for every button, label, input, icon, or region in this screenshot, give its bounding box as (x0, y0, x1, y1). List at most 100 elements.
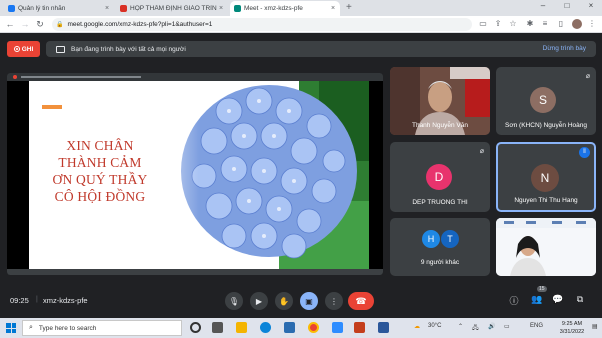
others-tile[interactable]: H T 9 người khác (390, 218, 490, 276)
reload-icon[interactable]: ↻ (34, 19, 46, 30)
close-window-button[interactable]: × (584, 1, 598, 10)
cast-icon[interactable]: ▭ (478, 19, 488, 28)
word-icon[interactable] (378, 322, 389, 333)
participant-tile-video[interactable] (496, 218, 596, 276)
hand-icon: ✋ (279, 296, 289, 306)
participant-tile[interactable]: ⌀ S Sơn (KHCN) Nguyễn Hoàng (496, 67, 596, 135)
mic-off-icon: ⌀ (585, 73, 590, 80)
meet-icon (234, 5, 241, 12)
presenting-bar: GHI Bạn đang trình bày với tất cả mọi ng… (0, 33, 602, 66)
powerpoint-icon[interactable] (354, 322, 365, 333)
notifications-icon[interactable]: ▤ (592, 323, 598, 330)
app-icon (13, 75, 17, 79)
recording-button[interactable]: GHI (7, 41, 40, 57)
more-vert-icon: ⋮ (330, 296, 338, 306)
thanks-line: CÔ HỘI ĐỒNG (54, 189, 146, 204)
viewer-title-placeholder (21, 76, 141, 78)
leave-call-button[interactable]: ☎ (348, 292, 374, 310)
menu-icon[interactable]: ⋮ (587, 19, 597, 28)
taskbar-search-box[interactable]: ⌕ Type here to search (22, 320, 182, 336)
close-icon[interactable]: × (329, 5, 337, 12)
mic-off-icon: ⌀ (479, 148, 484, 155)
camera-button[interactable]: ▶ (250, 292, 268, 310)
slide-content: XIN CHÂN THÀNH CẢM ƠN QUÝ THẦY CÔ HỘI ĐỒ… (29, 81, 369, 269)
participant-avatar: H (422, 230, 440, 248)
maximize-button[interactable]: □ (560, 1, 574, 10)
participant-tile[interactable]: ⌀ D DEP TRUONG THI (390, 142, 490, 212)
cortana-icon[interactable] (190, 322, 201, 333)
mail-icon[interactable] (284, 322, 295, 333)
battery-icon[interactable]: ▭ (504, 323, 510, 330)
participant-name: 9 người khác (420, 259, 460, 266)
meeting-controls-bar: 09:25 | xmz-kdzs-pfe 🎙 ▶ ✋ ▣ ⋮ ☎ ⓘ 👥 15 … (0, 284, 602, 318)
temperature-text: 30°C (428, 323, 442, 329)
network-icon[interactable]: 🖧 (472, 323, 479, 333)
participant-tile-video[interactable]: Thanh Nguyễn Văn (390, 67, 490, 135)
taskbar-clock[interactable]: 9:25 AM 3/31/2022 (553, 320, 591, 336)
present-button[interactable]: ▣ (300, 292, 318, 310)
browser-tab-bar: Quản lý tin nhắn × HỌP THẨM ĐỊNH GIÁO TR… (0, 0, 602, 16)
clock-date: 3/31/2022 (559, 329, 585, 335)
edge-icon[interactable] (260, 322, 271, 333)
url-field[interactable]: 🔒 meet.google.com/xmz-kdzs-pfe?pli=1&aut… (52, 18, 472, 31)
messenger-icon (8, 5, 15, 12)
close-icon[interactable]: × (103, 5, 111, 12)
participant-name: DEP TRUONG THI (412, 199, 468, 206)
address-bar-row: ← → ↻ 🔒 meet.google.com/xmz-kdzs-pfe?pli… (0, 16, 602, 33)
bookmark-star-icon[interactable]: ☆ (508, 19, 518, 28)
volume-icon[interactable]: 🔊 (488, 323, 495, 330)
chrome-icon[interactable] (308, 322, 319, 333)
more-options-button[interactable]: ⋮ (325, 292, 343, 310)
weather-icon: ☁ (414, 324, 420, 330)
search-placeholder: Type here to search (38, 324, 97, 332)
info-icon[interactable]: ⓘ (507, 294, 521, 307)
microphone-icon: 🎙 (228, 296, 240, 306)
close-icon[interactable]: × (217, 5, 225, 12)
task-view-icon[interactable] (212, 322, 223, 333)
raise-hand-button[interactable]: ✋ (275, 292, 293, 310)
tab-meet[interactable]: Meet - xmz-kdzs-pfe × (230, 1, 340, 16)
participant-tile-speaking[interactable]: ⦀ N Nguyen Thi Thu Hang (496, 142, 596, 212)
participant-avatar: T (441, 230, 459, 248)
tab-messages[interactable]: Quản lý tin nhắn × (4, 1, 114, 16)
participant-name: Sơn (KHCN) Nguyễn Hoàng (505, 122, 587, 129)
extension-icon[interactable]: ✱ (525, 19, 535, 28)
presentation-view: XIN CHÂN THÀNH CẢM ƠN QUÝ THẦY CÔ HỘI ĐỒ… (7, 73, 383, 275)
slide-viewer-statusbar (7, 269, 383, 275)
lock-icon: 🔒 (56, 22, 64, 28)
speaking-indicator-icon: ⦀ (579, 147, 590, 158)
tab-gmail[interactable]: HỌP THẨM ĐỊNH GIÁO TRÌNH × (116, 1, 228, 16)
participant-avatar: S (530, 87, 556, 113)
thanks-line: THÀNH CẢM (58, 155, 142, 170)
activities-icon[interactable]: ⧉ (573, 294, 587, 305)
zoom-icon[interactable] (332, 322, 343, 333)
participant-name: Thanh Nguyễn Văn (411, 122, 468, 129)
present-screen-icon (56, 45, 65, 53)
minimize-button[interactable]: – (536, 1, 550, 10)
chat-icon[interactable]: 💬 (551, 294, 565, 305)
thanks-line: XIN CHÂN (66, 138, 134, 153)
participant-count-badge: 15 (537, 286, 547, 292)
share-icon[interactable]: ⇪ (493, 19, 503, 28)
meeting-code: xmz-kdzs-pfe (43, 296, 88, 305)
end-call-icon: ☎ (355, 295, 367, 306)
stop-presenting-button[interactable]: Dừng trình bày (543, 45, 586, 52)
people-icon[interactable]: 👥 (530, 294, 544, 305)
show-hidden-icons-icon[interactable]: ⌃ (458, 323, 463, 330)
windows-taskbar: ⌕ Type here to search ☁ 30°C ⌃ 🖧 🔊 ▭ ENG… (0, 318, 602, 338)
file-explorer-icon[interactable] (236, 322, 247, 333)
tab-title: HỌP THẨM ĐỊNH GIÁO TRÌNH (130, 5, 217, 12)
tab-title: Meet - xmz-kdzs-pfe (244, 5, 303, 12)
windows-start-icon[interactable] (6, 323, 16, 333)
url-text: meet.google.com/xmz-kdzs-pfe?pli=1&authu… (67, 21, 213, 28)
tab-search-icon[interactable]: ≡ (540, 19, 550, 28)
record-icon (13, 46, 20, 52)
language-indicator[interactable]: ENG (530, 323, 543, 329)
new-tab-button[interactable]: + (346, 2, 352, 13)
hydrangea-image (179, 81, 369, 269)
profile-avatar[interactable] (572, 19, 582, 29)
back-icon[interactable]: ← (4, 19, 16, 29)
sidebar-icon[interactable]: ▯ (556, 19, 566, 28)
forward-icon[interactable]: → (19, 19, 31, 29)
microphone-button[interactable]: 🎙 (225, 292, 243, 310)
